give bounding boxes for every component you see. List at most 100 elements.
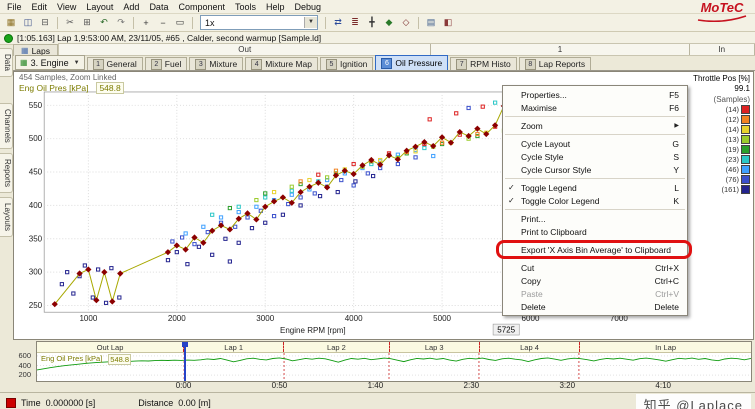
menu-data[interactable]: Data — [144, 2, 173, 12]
context-menu-item-copy[interactable]: Copy Ctrl+C — [503, 274, 687, 287]
context-menu-item-zoom[interactable]: Zoom ▶ — [503, 119, 687, 132]
legend-count: (14) — [725, 124, 739, 134]
menu-separator — [505, 258, 685, 259]
sidebar-tab-data[interactable]: Data — [0, 48, 13, 77]
timeline-panel[interactable]: 200 400 600 Out Lap Lap 1 Lap 2 Lap 3 Lap 4 In … — [0, 340, 755, 392]
worksheet-tab-ignition[interactable]: 5 Ignition — [319, 57, 374, 70]
timeline-channel-label: Eng Oil Pres [kPa] 548.8 — [41, 354, 132, 365]
context-menu-item-maximise[interactable]: Maximise F6 — [503, 101, 687, 114]
timeline-time-label: 3:20 — [559, 381, 576, 390]
timeline-time-label: 0:50 — [271, 381, 288, 390]
channel-list-icon[interactable]: ▤ — [423, 15, 439, 30]
svg-text:250: 250 — [29, 301, 43, 310]
zoom-in-icon[interactable]: + — [138, 15, 154, 30]
check-icon: ✓ — [508, 183, 515, 192]
menu-item-shortcut: G — [672, 138, 679, 149]
motec-logo: MoTeC — [695, 1, 749, 27]
lap-band-segment-in[interactable]: In — [690, 44, 755, 55]
overlay-laps-icon[interactable]: ≣ — [347, 15, 363, 30]
open-icon[interactable]: ▦ — [3, 15, 19, 30]
timeline-lap-segment-lap-2[interactable]: Lap 2 — [284, 342, 390, 352]
context-menu-item-cycle-style[interactable]: Cycle Style S — [503, 150, 687, 163]
channel-label-group: Eng Oil Pres [kPa] 548.8 — [19, 82, 124, 94]
crosshair-icon[interactable]: ╋ — [364, 15, 380, 30]
lap-band-segment-out[interactable]: Out — [59, 44, 432, 55]
copy-icon[interactable]: ⊞ — [79, 15, 95, 30]
tab-number-badge: 5 — [325, 58, 337, 70]
context-menu-item-properties[interactable]: Properties... F5 — [503, 88, 687, 101]
menu-help[interactable]: Help — [261, 2, 290, 12]
context-menu-item-print-to-clipboard[interactable]: Print to Clipboard — [503, 225, 687, 238]
worksheet-tab-mixture[interactable]: 3 Mixture — [189, 57, 244, 70]
context-menu-item-print[interactable]: Print... — [503, 212, 687, 225]
worksheet-tab-general[interactable]: 1 General — [86, 57, 143, 70]
legend-swatch — [741, 135, 750, 144]
tab-label: General — [106, 59, 137, 69]
timeline-lap-segment-in-lap[interactable]: In Lap — [580, 342, 751, 352]
timeline-times: 0:00 0:50 1:40 2:30 3:20 4:10 — [36, 381, 752, 391]
timeline-lap-segment-lap-4[interactable]: Lap 4 — [480, 342, 581, 352]
marker-remove-icon[interactable]: ◇ — [398, 15, 414, 30]
sidebar-tab-channels[interactable]: Channels — [0, 102, 13, 149]
timeline-time-label: 0:00 — [175, 381, 192, 390]
timeline-svg[interactable] — [37, 353, 751, 380]
worksheet-tab-fuel[interactable]: 2 Fuel — [144, 57, 188, 70]
timeline-ylabels: 200 400 600 — [0, 351, 33, 379]
workbook-selector[interactable]: ▦ 3. Engine ▼ — [15, 55, 85, 70]
tab-label: Oil Pressure — [395, 58, 443, 68]
menu-tools[interactable]: Tools — [230, 2, 261, 12]
menu-file[interactable]: File — [2, 2, 27, 12]
cut-icon[interactable]: ✂ — [62, 15, 78, 30]
sidebar-tab-layouts[interactable]: Layouts — [0, 196, 13, 237]
svg-text:3000: 3000 — [256, 314, 274, 323]
time-distance-icon[interactable]: ⇄ — [330, 15, 346, 30]
zoom-extents-icon[interactable]: ▭ — [172, 15, 188, 30]
context-menu-item-cycle-layout[interactable]: Cycle Layout G — [503, 137, 687, 150]
menu-component[interactable]: Component — [173, 2, 230, 12]
menu-debug[interactable]: Debug — [290, 2, 327, 12]
worksheet-tab-mixture-map[interactable]: 4 Mixture Map — [245, 57, 318, 70]
display-mode-combo[interactable]: 1x ▼ — [200, 15, 318, 30]
menu-edit[interactable]: Edit — [27, 2, 53, 12]
menu-item-label: Cycle Cursor Style — [521, 164, 592, 175]
menu-item-shortcut: S — [673, 151, 679, 162]
timeline-lap-segment-lap-1[interactable]: Lap 1 — [184, 342, 285, 352]
timeline-time-label: 4:10 — [655, 381, 671, 390]
worksheet-row: ▦ 3. Engine ▼ 1 General 2 Fuel 3 Mixture 4 Mixt… — [13, 55, 755, 71]
context-menu-item-delete[interactable]: Delete Delete — [503, 300, 687, 313]
context-menu-item-cut[interactable]: Cut Ctrl+X — [503, 261, 687, 274]
worksheet-tab-rpm-histo[interactable]: 7 RPM Histo — [450, 57, 517, 70]
worksheet-tab-lap-reports[interactable]: 8 Lap Reports — [518, 57, 592, 70]
context-menu-item-cycle-cursor-style[interactable]: Cycle Cursor Style Y — [503, 163, 687, 176]
save-icon[interactable]: ◫ — [20, 15, 36, 30]
zoom-out-icon[interactable]: − — [155, 15, 171, 30]
timeline-lap-segment-out-lap[interactable]: Out Lap — [37, 342, 185, 352]
tab-number-badge: 7 — [456, 58, 468, 70]
redo-icon[interactable]: ↷ — [113, 15, 129, 30]
legend-swatch — [741, 185, 750, 194]
context-menu-item-export-x-axis-bin-average-to-clipboard[interactable]: Export 'X Axis Bin Average' to Clipboard — [496, 240, 692, 259]
chevron-down-icon[interactable]: ▼ — [304, 17, 317, 28]
context-menu-item-toggle-color-legend[interactable]: ✓ Toggle Color Legend K — [503, 194, 687, 207]
timeline-cursor[interactable] — [182, 342, 189, 381]
context-menu-item-toggle-legend[interactable]: ✓ Toggle Legend L — [503, 181, 687, 194]
legend-channel-value: 99.1 — [734, 84, 750, 93]
legend-swatch — [741, 115, 750, 124]
undo-icon[interactable]: ↶ — [96, 15, 112, 30]
legend-swatch — [741, 175, 750, 184]
sidebar-tab-reports[interactable]: Reports — [0, 152, 13, 193]
worksheet-tab-oil-pressure[interactable]: 6 Oil Pressure — [375, 55, 449, 70]
timeline-plot[interactable]: Out Lap Lap 1 Lap 2 Lap 3 Lap 4 In Lap Eng Oi… — [36, 341, 752, 382]
menu-add[interactable]: Add — [118, 2, 144, 12]
values-icon[interactable]: ◧ — [440, 15, 456, 30]
file-status-text: [1:05.163] Lap 1,9:53:00 AM, 23/11/05, #… — [17, 33, 322, 43]
menu-layout[interactable]: Layout — [81, 2, 118, 12]
channel-name: Eng Oil Pres [kPa] — [19, 83, 89, 93]
print-icon[interactable]: ⊟ — [37, 15, 53, 30]
lap-band-segment-1[interactable]: 1 — [431, 44, 690, 55]
menu-item-shortcut: Ctrl+C — [654, 275, 679, 286]
menu-view[interactable]: View — [52, 2, 81, 12]
timeline-lap-segment-lap-3[interactable]: Lap 3 — [390, 342, 480, 352]
marker-add-icon[interactable]: ◆ — [381, 15, 397, 30]
menu-separator — [505, 134, 685, 135]
